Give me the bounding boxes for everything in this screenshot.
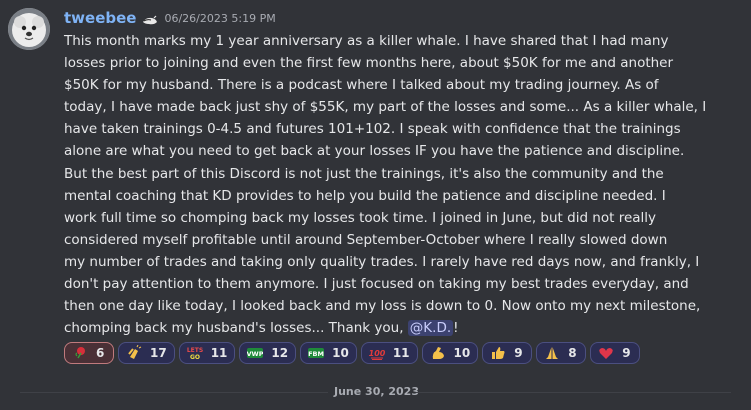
- reaction-pray[interactable]: 8: [536, 342, 587, 364]
- message-line: This month marks my 1 year anniversary a…: [64, 33, 669, 49]
- message-text: chomping back my husband's losses... Tha…: [64, 320, 408, 337]
- reaction-count: 9: [514, 346, 523, 360]
- svg-text:FBM: FBM: [308, 350, 324, 358]
- message-line: then one day like today, I looked back a…: [64, 298, 701, 315]
- message-last-line: chomping back my husband's losses... Tha…: [64, 317, 738, 339]
- message-line: work full time so chomping back my losse…: [64, 209, 657, 226]
- reaction-count: 11: [210, 346, 228, 360]
- date-divider-line: [416, 392, 731, 393]
- clap-icon: [126, 345, 142, 361]
- message-line: don't pay attention to them anymore. I j…: [64, 276, 689, 293]
- dog-avatar-icon: [8, 8, 50, 50]
- message-line: today, I have made back just shy of $55K…: [64, 99, 707, 116]
- message-line: But the best part of this Discord is not…: [64, 165, 664, 182]
- message-line: have taken trainings 0-4.5 and futures 1…: [64, 121, 681, 138]
- reaction-vwp[interactable]: VWP 12: [239, 342, 297, 364]
- lets-go-icon: LETS GO: [187, 345, 203, 361]
- message-content: This month marks my 1 year anniversary a…: [64, 30, 738, 339]
- reaction-thumbs-up[interactable]: 9: [482, 342, 533, 364]
- reaction-flexed-bicep[interactable]: 10: [421, 342, 479, 364]
- reaction-heart[interactable]: 9: [590, 342, 641, 364]
- message-header: tweebee 06/26/2023 5:19 PM: [64, 8, 276, 28]
- date-divider-line: [20, 392, 328, 393]
- pray-icon: [544, 345, 560, 361]
- whale-badge-icon[interactable]: [142, 12, 158, 25]
- reaction-lets-go[interactable]: LETS GO 11: [178, 342, 236, 364]
- reaction-count: 10: [453, 346, 471, 360]
- hundred-icon: 100: [369, 345, 385, 361]
- reaction-rose[interactable]: 6: [64, 342, 114, 364]
- avatar[interactable]: [8, 8, 50, 50]
- reaction-fbm[interactable]: FBM 10: [300, 342, 357, 364]
- user-mention[interactable]: @K.D.: [407, 320, 454, 337]
- thumbs-up-icon: [490, 345, 506, 361]
- username[interactable]: tweebee: [64, 9, 136, 27]
- message-line: $50K for my husband. There is a podcast …: [64, 77, 659, 94]
- svg-text:LETS: LETS: [187, 347, 203, 354]
- heart-icon: [598, 345, 614, 361]
- date-divider: June 30, 2023: [334, 385, 419, 398]
- message-line: considered myself profitable until aroun…: [64, 231, 668, 248]
- message-text: !: [453, 320, 459, 337]
- chat-message: tweebee 06/26/2023 5:19 PM This month ma…: [0, 0, 751, 375]
- svg-text:VWP: VWP: [247, 350, 263, 358]
- reaction-count: 6: [96, 346, 105, 360]
- reaction-count: 8: [568, 346, 577, 360]
- reaction-count: 17: [150, 346, 167, 360]
- reaction-bar: 6 17 LETS GO 11 VWP 12 FBM 10 100 11 10 …: [64, 342, 641, 364]
- message-line: alone are what you need to get back at y…: [64, 143, 685, 160]
- message-timestamp: 06/26/2023 5:19 PM: [164, 11, 276, 25]
- svg-text:100: 100: [369, 349, 385, 358]
- reaction-clap[interactable]: 17: [118, 342, 175, 364]
- flexed-bicep-icon: [430, 345, 446, 361]
- message-line: losses prior to joining and even the fir…: [64, 55, 674, 72]
- reaction-count: 11: [392, 346, 410, 360]
- svg-text:GO: GO: [190, 354, 200, 361]
- reaction-count: 9: [622, 346, 631, 360]
- vwp-icon: VWP: [247, 345, 264, 361]
- rose-icon: [72, 345, 88, 361]
- reaction-count: 12: [271, 346, 289, 360]
- fbm-icon: FBM: [308, 345, 325, 361]
- message-line: mental coaching that KD provides to help…: [64, 187, 666, 204]
- reaction-count: 10: [332, 346, 349, 360]
- reaction-hundred[interactable]: 100 11: [360, 342, 418, 364]
- message-line: my number of trades and taking only qual…: [64, 253, 700, 270]
